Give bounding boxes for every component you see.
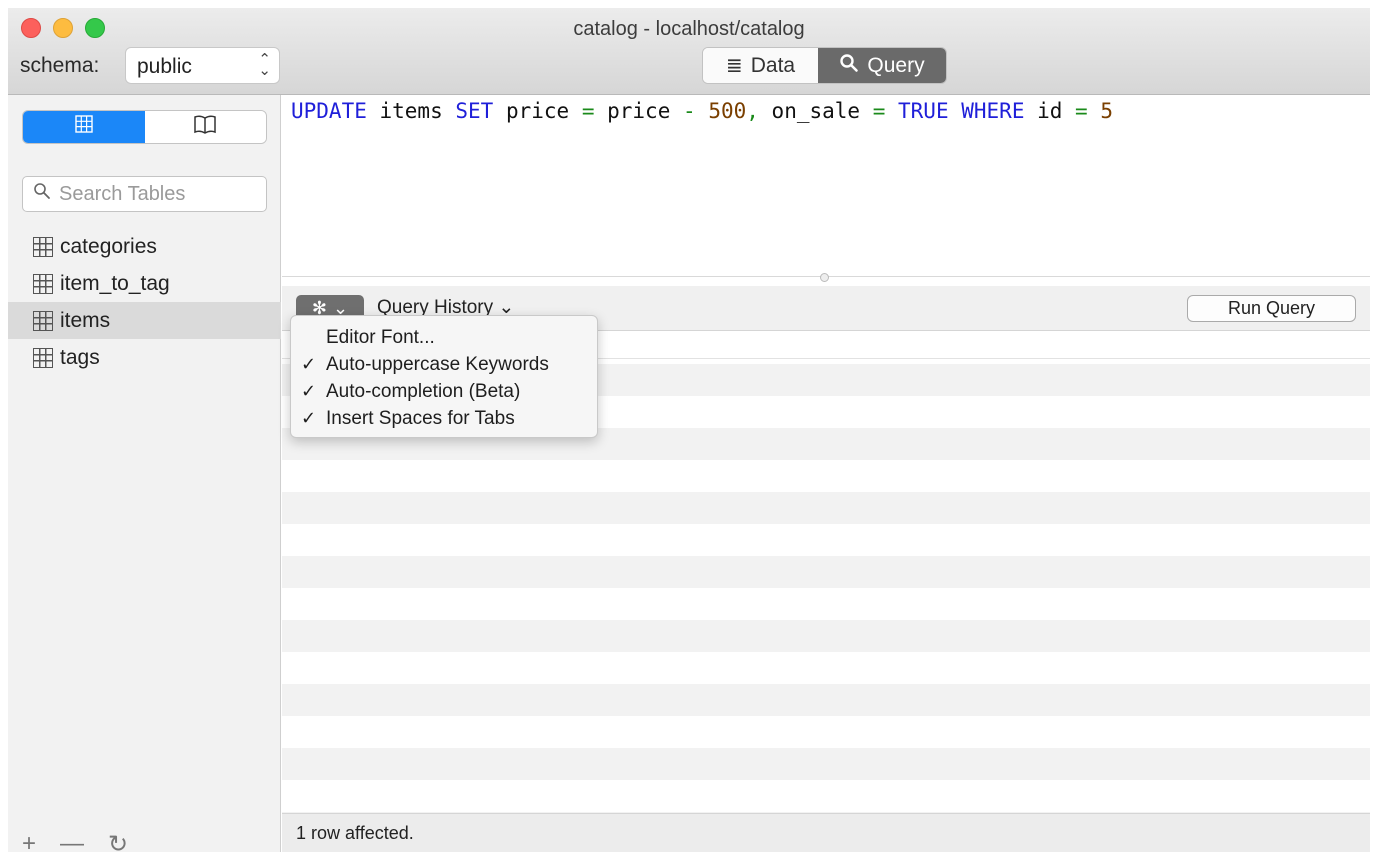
app-window: catalog - localhost/catalog schema: publ… (8, 8, 1370, 852)
refresh-icon[interactable]: ↻ (108, 830, 128, 852)
sql-token: , (746, 99, 759, 123)
menu-item-label: Auto-completion (Beta) (326, 380, 521, 402)
sql-token: price (594, 99, 683, 123)
sql-token: = (581, 99, 595, 123)
table-item-label: categories (60, 234, 157, 258)
tab-query-label: Query (867, 53, 925, 77)
sql-token: 5 (1100, 99, 1114, 123)
menu-item-label: Editor Font... (326, 326, 435, 348)
sql-token: WHERE (961, 99, 1025, 123)
table-item-label: items (60, 308, 111, 332)
list-icon: ≣ (725, 55, 743, 77)
sql-token: SET (455, 99, 494, 123)
schema-select[interactable]: public ⌃ ⌄ (125, 47, 280, 84)
table-icon (33, 273, 53, 294)
table-grid-icon (75, 115, 93, 139)
window-title: catalog - localhost/catalog (573, 18, 805, 40)
select-arrows-icon: ⌃ ⌄ (258, 51, 271, 79)
menu-item-editor-font[interactable]: Editor Font... (291, 324, 597, 351)
query-editor[interactable]: UPDATE items SET price = price - 500, on… (282, 95, 1370, 277)
splitter-handle[interactable] (820, 273, 829, 282)
sidebar: Search Tables categories item_to_tag ite… (8, 95, 281, 852)
search-placeholder: Search Tables (59, 182, 186, 205)
table-item-label: item_to_tag (60, 271, 170, 295)
schema-label: schema: (20, 54, 100, 77)
status-message: 1 row affected. (296, 823, 414, 843)
search-icon (839, 53, 859, 79)
menu-item-auto-completion[interactable]: ✓ Auto-completion (Beta) (291, 378, 597, 405)
book-icon (193, 114, 217, 140)
table-icon (33, 310, 53, 331)
tab-data-label: Data (750, 53, 796, 77)
table-item-label: tags (60, 345, 100, 369)
sql-token: id (1024, 99, 1076, 123)
check-icon: ✓ (301, 354, 317, 374)
check-icon: ✓ (301, 408, 317, 428)
table-list: categories item_to_tag items tags (8, 228, 281, 376)
sql-token: UPDATE (291, 99, 367, 123)
search-tables-input[interactable]: Search Tables (22, 176, 267, 212)
settings-menu: Editor Font... ✓ Auto-uppercase Keywords… (290, 315, 598, 438)
menu-item-auto-uppercase[interactable]: ✓ Auto-uppercase Keywords (291, 351, 597, 378)
table-item-items[interactable]: items (8, 302, 281, 339)
view-mode-switch: ≣ Data Query (702, 47, 947, 84)
run-query-button[interactable]: Run Query (1187, 295, 1356, 322)
table-icon (33, 236, 53, 257)
menu-item-insert-spaces[interactable]: ✓ Insert Spaces for Tabs (291, 405, 597, 432)
schema-select-value: public (137, 55, 192, 78)
sql-token: 500 (708, 99, 747, 123)
sidebar-footer: + — ↻ (22, 830, 128, 852)
title-bar: catalog - localhost/catalog schema: publ… (8, 8, 1370, 95)
query-text: UPDATE items SET price = price - 500, on… (291, 99, 1113, 123)
sidebar-tab-docs[interactable] (144, 111, 266, 143)
sql-token: items (366, 99, 456, 123)
sql-token: - (683, 99, 696, 123)
table-item-categories[interactable]: categories (8, 228, 281, 265)
sql-token: = (1075, 99, 1088, 123)
sql-token: price (493, 99, 582, 123)
menu-item-label: Insert Spaces for Tabs (326, 407, 515, 429)
check-icon: ✓ (301, 381, 317, 401)
sql-token: TRUE (898, 99, 949, 123)
table-item-tags[interactable]: tags (8, 339, 281, 376)
sql-token: on_sale (758, 99, 873, 123)
search-icon (33, 182, 51, 206)
tab-data[interactable]: ≣ Data (703, 48, 819, 83)
sidebar-mode-switch (22, 110, 267, 144)
sidebar-tab-tables[interactable] (23, 111, 145, 143)
table-item-item-to-tag[interactable]: item_to_tag (8, 265, 281, 302)
status-bar: 1 row affected. (282, 813, 1370, 852)
remove-icon[interactable]: — (60, 830, 84, 852)
menu-item-label: Auto-uppercase Keywords (326, 353, 549, 375)
sql-token: = (872, 99, 886, 123)
tab-query[interactable]: Query (818, 48, 946, 83)
add-icon[interactable]: + (22, 830, 36, 852)
table-icon (33, 347, 53, 368)
